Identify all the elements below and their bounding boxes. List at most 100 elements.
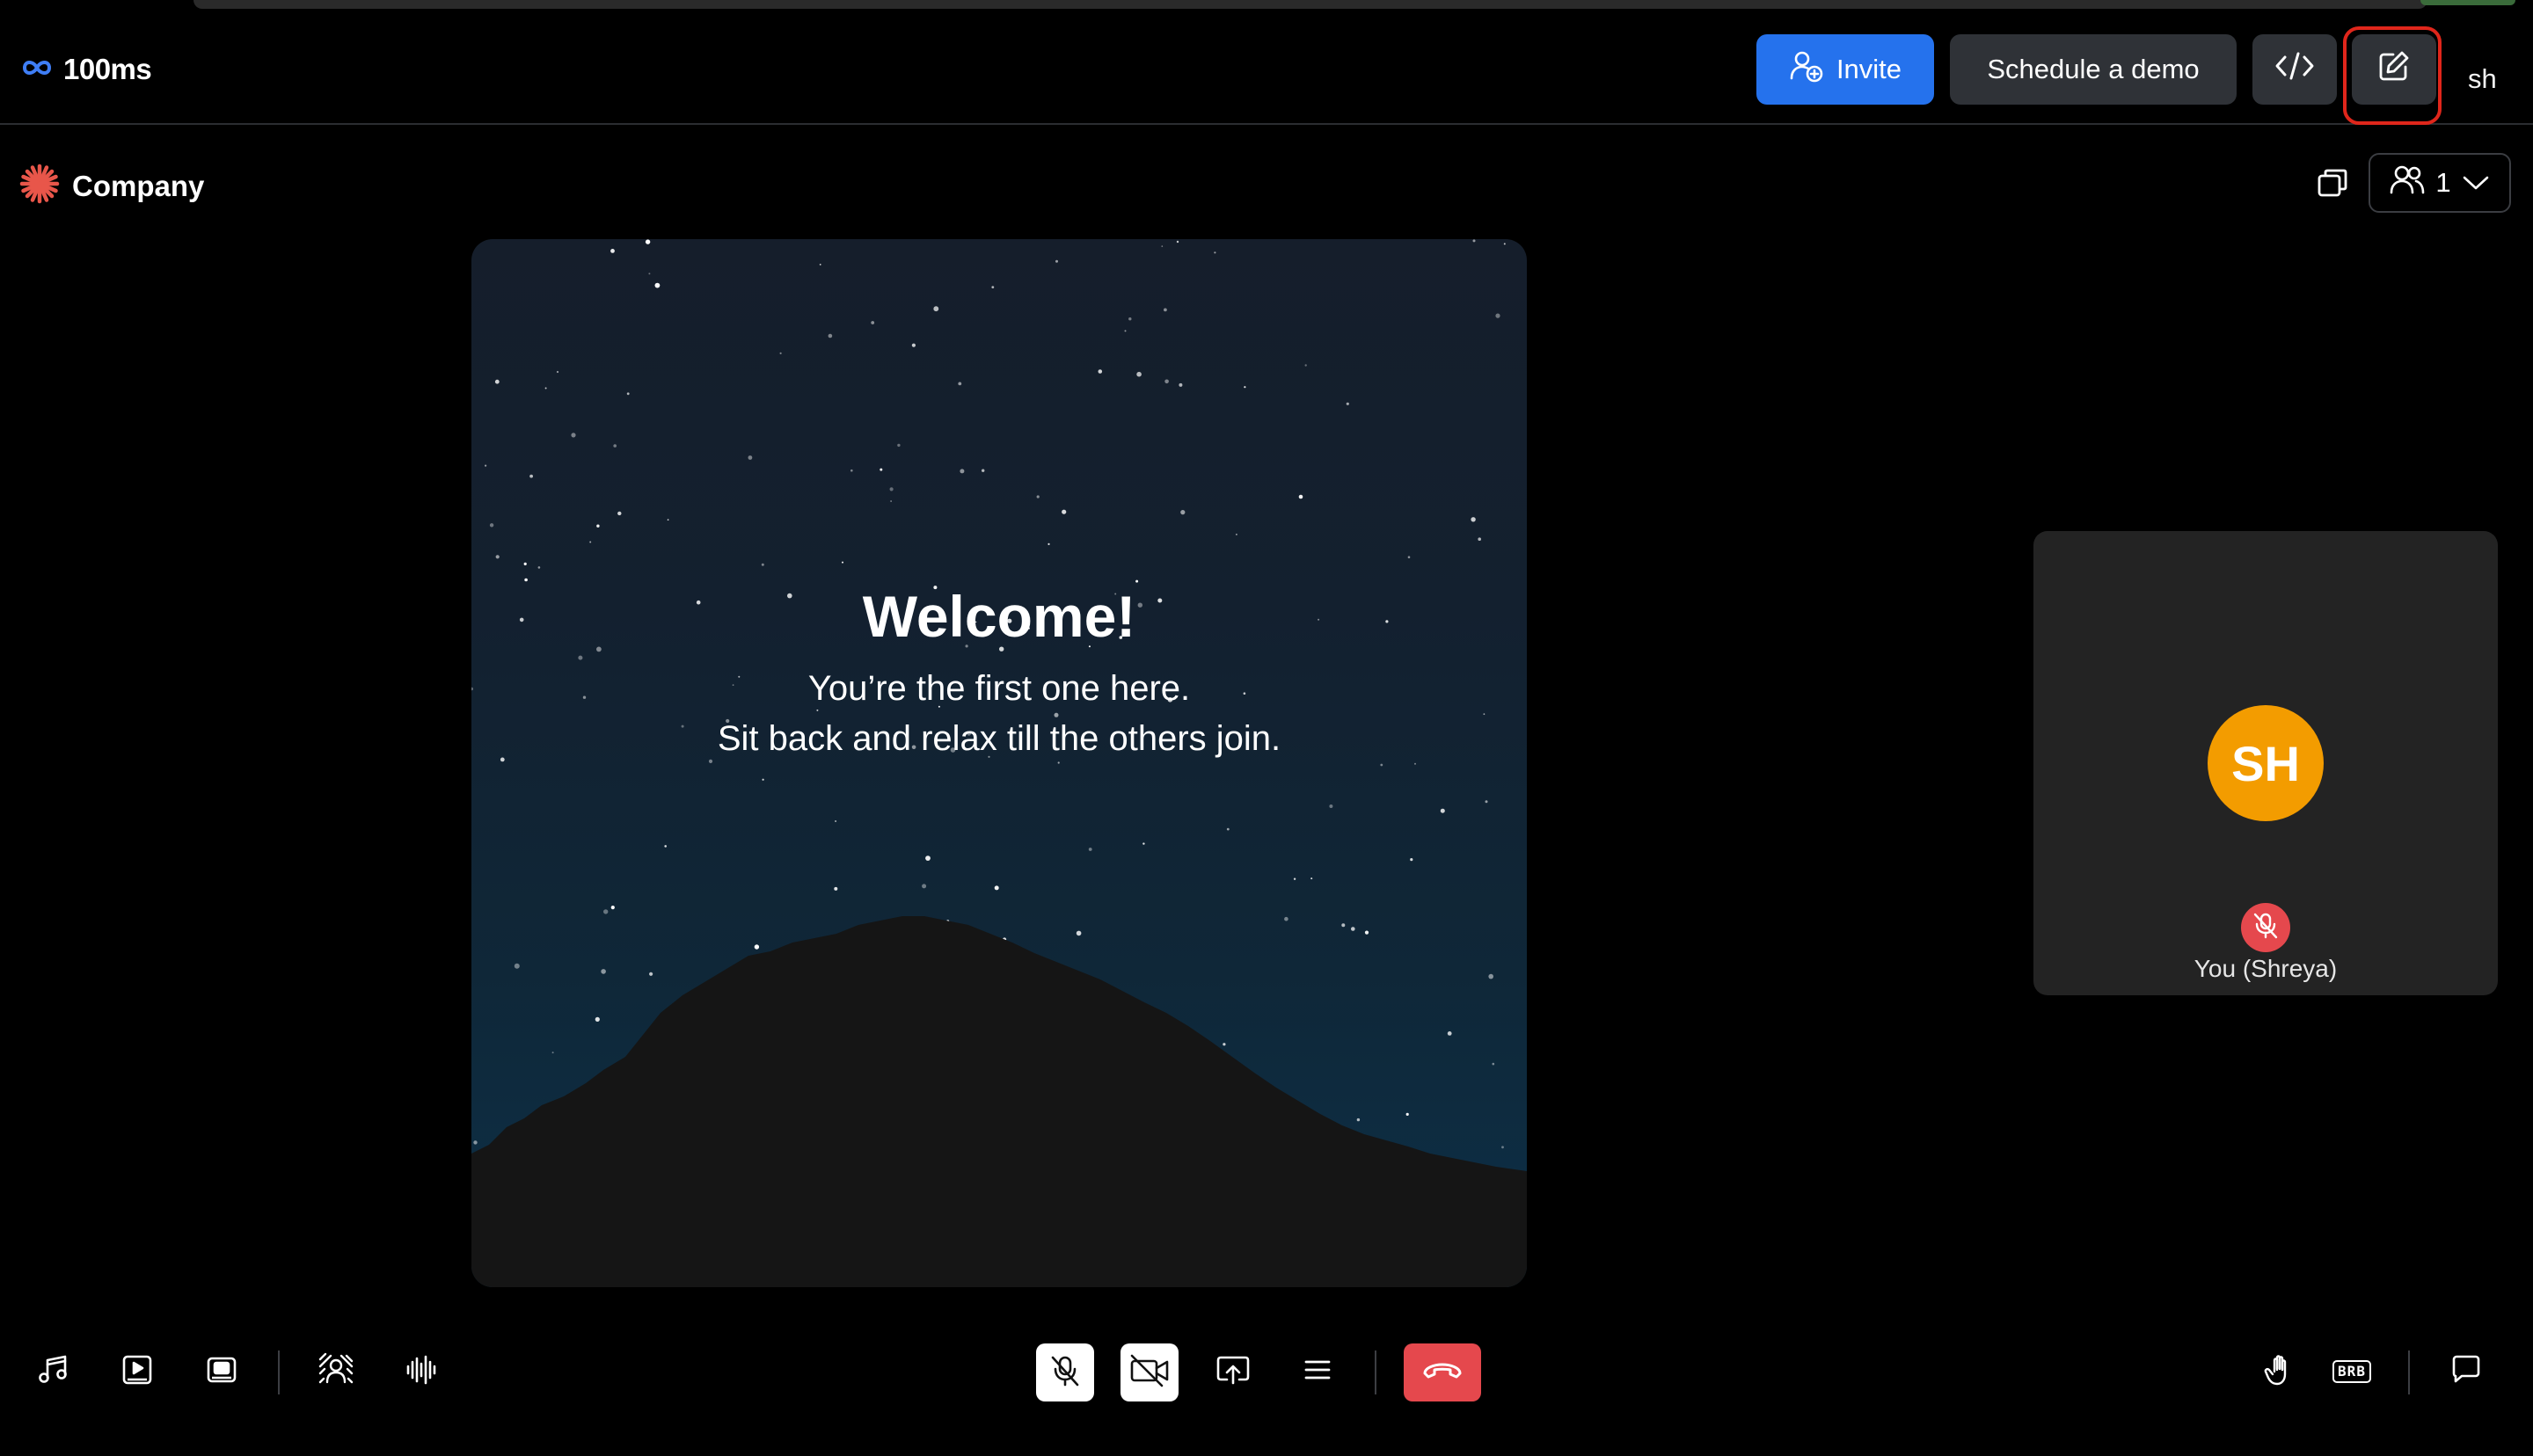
- star: [1495, 313, 1500, 318]
- star: [595, 1016, 600, 1022]
- star: [523, 562, 527, 565]
- star: [645, 239, 651, 244]
- add-user-icon: [1789, 48, 1824, 91]
- embed-code-button[interactable]: [2252, 34, 2337, 105]
- star: [649, 972, 653, 976]
- user-initials[interactable]: sh: [2468, 63, 2497, 95]
- star: [610, 906, 615, 910]
- invite-label: Invite: [1836, 54, 1902, 84]
- screen-recording-icon: [205, 1353, 238, 1391]
- star: [1410, 858, 1413, 862]
- screen-share-button[interactable]: [1207, 1345, 1259, 1398]
- star: [1407, 556, 1411, 558]
- star: [1236, 534, 1237, 535]
- screen-share-icon: [1215, 1353, 1252, 1391]
- star: [1176, 240, 1179, 244]
- mic-muted-badge: [2241, 903, 2290, 952]
- star: [1346, 402, 1349, 405]
- star: [1076, 930, 1082, 936]
- participants-count: 1: [2435, 167, 2451, 198]
- star: [1088, 848, 1092, 851]
- star: [1142, 842, 1145, 845]
- company-name: Company: [72, 169, 205, 202]
- pip-button[interactable]: [2311, 164, 2354, 206]
- schedule-demo-button[interactable]: Schedule a demo: [1950, 34, 2237, 105]
- brb-button[interactable]: BRB: [2325, 1345, 2378, 1398]
- star: [1223, 1043, 1226, 1046]
- noise-suppression-button[interactable]: [394, 1345, 447, 1398]
- star: [514, 963, 520, 969]
- browser-top-edge: [0, 0, 2533, 12]
- pip-icon: [2316, 166, 2349, 204]
- star: [748, 455, 753, 460]
- invite-button[interactable]: Invite: [1756, 34, 1934, 105]
- footer-divider: [1375, 1350, 1376, 1394]
- star: [890, 500, 892, 502]
- star: [571, 433, 576, 438]
- infinity-logo-icon: [19, 57, 55, 83]
- star: [613, 444, 617, 448]
- end-call-icon: [1421, 1360, 1464, 1386]
- star: [494, 379, 500, 384]
- star: [537, 566, 541, 569]
- participants-button[interactable]: 1: [2369, 153, 2511, 213]
- highlight-ring: [2343, 26, 2442, 125]
- screen-recording-button[interactable]: [195, 1345, 248, 1398]
- star: [495, 555, 500, 559]
- star: [1440, 808, 1445, 813]
- star: [544, 387, 547, 389]
- play-video-icon: [120, 1353, 154, 1391]
- star: [850, 469, 853, 472]
- star: [1180, 510, 1186, 515]
- music-button[interactable]: [26, 1345, 79, 1398]
- welcome-line-2: Sit back and relax till the others join.: [717, 719, 1281, 759]
- star: [626, 392, 630, 396]
- star: [1036, 495, 1040, 499]
- star: [667, 519, 669, 521]
- star: [1351, 927, 1355, 931]
- star: [1310, 877, 1313, 880]
- self-name: You (Shreya): [2194, 955, 2338, 982]
- more-options-button[interactable]: [1291, 1345, 1344, 1398]
- self-video-tile[interactable]: SH You (Shreya): [2033, 531, 2498, 995]
- star: [871, 321, 875, 324]
- star: [1062, 509, 1067, 514]
- star: [1161, 245, 1164, 247]
- star: [1485, 800, 1488, 804]
- music-icon: [36, 1353, 69, 1391]
- play-video-button[interactable]: [111, 1345, 164, 1398]
- chat-button[interactable]: [2440, 1345, 2493, 1398]
- footer-divider: [278, 1350, 280, 1394]
- star: [880, 468, 883, 471]
- star: [828, 333, 833, 339]
- star: [617, 511, 622, 516]
- star: [1329, 804, 1333, 808]
- video-toggle-button[interactable]: [1121, 1343, 1179, 1401]
- star: [1124, 330, 1127, 332]
- star: [1341, 923, 1346, 928]
- star: [1503, 243, 1506, 245]
- mic-toggle-button[interactable]: [1036, 1343, 1094, 1401]
- brb-icon: BRB: [2332, 1360, 2371, 1383]
- star: [1055, 259, 1058, 263]
- star: [1298, 494, 1303, 499]
- star: [1164, 308, 1167, 312]
- star: [664, 845, 667, 848]
- star: [958, 382, 962, 386]
- star: [1405, 1112, 1409, 1116]
- background-blur-button[interactable]: [310, 1345, 362, 1398]
- star: [960, 469, 965, 474]
- star: [1488, 973, 1493, 979]
- star: [1293, 877, 1296, 880]
- star: [994, 885, 999, 891]
- star: [834, 886, 838, 891]
- brand-logo[interactable]: 100ms: [19, 53, 152, 86]
- star: [529, 474, 533, 478]
- raise-hand-button[interactable]: [2254, 1345, 2307, 1398]
- star: [524, 578, 528, 582]
- star: [1447, 1031, 1452, 1036]
- star: [835, 820, 837, 822]
- end-call-button[interactable]: [1404, 1343, 1481, 1401]
- people-icon: [2390, 164, 2425, 202]
- star: [922, 884, 927, 889]
